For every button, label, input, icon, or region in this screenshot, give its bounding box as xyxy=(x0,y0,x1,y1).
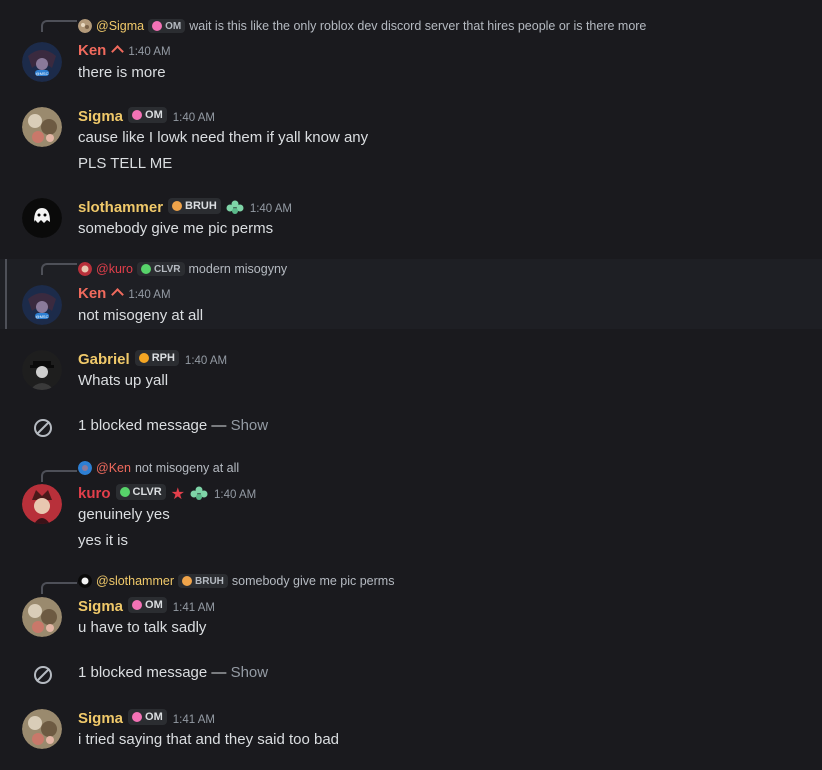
sigma-avatar[interactable] xyxy=(22,107,62,147)
role-tag: CLVR xyxy=(137,262,185,276)
reply-connector xyxy=(41,20,77,32)
gabriel-avatar[interactable] xyxy=(22,350,62,390)
username[interactable]: kuro xyxy=(78,485,111,502)
reply-author[interactable]: @slothammer xyxy=(96,574,174,588)
highlight-bar xyxy=(5,259,7,329)
message-text: cause like I lowk need them if yall know… xyxy=(78,129,369,146)
username[interactable]: slothammer xyxy=(78,199,163,216)
chevron-up-icon xyxy=(111,45,125,58)
ken-mini-avatar xyxy=(78,461,92,475)
timestamp: 1:41 AM xyxy=(172,602,215,614)
reply-author[interactable]: @Sigma xyxy=(96,19,144,33)
reply-preview[interactable]: @kuro CLVR modern misogyny xyxy=(78,262,287,276)
message-text: not misogeny at all xyxy=(78,307,204,324)
reply-connector xyxy=(41,263,77,275)
reply-connector xyxy=(41,470,77,482)
username[interactable]: Sigma xyxy=(78,710,123,727)
message-text: somebody give me pic perms xyxy=(78,220,274,237)
message-header: kuro CLVR ★ 1:40 AM xyxy=(78,484,256,506)
username[interactable]: Sigma xyxy=(78,108,123,125)
reply-author[interactable]: @Ken xyxy=(96,461,131,475)
username[interactable]: Gabriel xyxy=(78,351,130,368)
show-blocked-button[interactable]: Show xyxy=(231,664,269,681)
chevron-up-icon xyxy=(111,288,125,301)
message-header: Gabriel RPH 1:40 AM xyxy=(78,350,227,369)
message-text: genuinely yes xyxy=(78,506,170,523)
timestamp: 1:40 AM xyxy=(172,112,215,124)
role-tag: OM xyxy=(148,19,186,33)
blocked-message-notice: 1 blocked message — Show xyxy=(78,664,269,681)
flower-badge-icon xyxy=(226,199,244,220)
role-tag: BRUH xyxy=(168,198,221,214)
role-tag: CLVR xyxy=(115,484,166,500)
message-header: Sigma OM 1:41 AM xyxy=(78,709,215,728)
reply-preview[interactable]: @Ken not misogeny at all xyxy=(78,461,239,475)
svg-text:@MSC: @MSC xyxy=(36,314,49,319)
role-tag: RPH xyxy=(134,350,179,366)
reply-text: wait is this like the only roblox dev di… xyxy=(189,19,647,33)
ken-avatar[interactable]: @MSC xyxy=(22,285,62,325)
message-header: Sigma OM 1:40 AM xyxy=(78,107,215,126)
reply-connector xyxy=(41,582,77,594)
kuro-avatar[interactable] xyxy=(22,484,62,524)
flower-badge-icon xyxy=(190,485,208,506)
message-header: Sigma OM 1:41 AM xyxy=(78,597,215,616)
message-text: u have to talk sadly xyxy=(78,619,207,636)
timestamp: 1:40 AM xyxy=(128,289,171,301)
sigma-avatar[interactable] xyxy=(22,709,62,749)
reply-author[interactable]: @kuro xyxy=(96,262,133,276)
sigma-avatar[interactable] xyxy=(22,597,62,637)
kuro-mini-avatar xyxy=(78,262,92,276)
reply-text: not misogeny at all xyxy=(134,461,240,475)
reply-preview[interactable]: @Sigma OM wait is this like the only rob… xyxy=(78,19,646,33)
timestamp: 1:40 AM xyxy=(249,203,293,215)
blocked-icon xyxy=(34,666,52,684)
star-badge-icon: ★ xyxy=(170,486,185,503)
username[interactable]: Ken xyxy=(78,42,106,59)
role-tag: OM xyxy=(128,107,167,123)
username[interactable]: Ken xyxy=(78,285,106,302)
reply-preview[interactable]: @slothammer BRUH somebody give me pic pe… xyxy=(78,574,394,588)
show-blocked-button[interactable]: Show xyxy=(231,417,269,434)
ken-avatar[interactable]: @MSC xyxy=(22,42,62,82)
timestamp: 1:40 AM xyxy=(184,355,228,367)
timestamp: 1:41 AM xyxy=(172,714,215,726)
message-text: Whats up yall xyxy=(78,372,169,389)
message-header: Ken 1:40 AM xyxy=(78,285,171,303)
username[interactable]: Sigma xyxy=(78,598,123,615)
message-header: Ken 1:40 AM xyxy=(78,42,171,60)
message-header: slothammer BRUH 1:40 AM xyxy=(78,198,292,220)
role-tag: OM xyxy=(128,597,167,613)
reply-text: somebody give me pic perms xyxy=(231,574,395,588)
timestamp: 1:40 AM xyxy=(128,46,171,58)
blocked-message-notice: 1 blocked message — Show xyxy=(78,417,269,434)
reply-text: modern misogyny xyxy=(188,262,288,276)
blocked-icon xyxy=(34,419,52,437)
slothammer-mini-avatar xyxy=(78,574,92,588)
timestamp: 1:40 AM xyxy=(214,489,257,501)
message-text: i tried saying that and they said too ba… xyxy=(78,731,340,748)
slothammer-avatar[interactable] xyxy=(22,198,62,238)
role-tag: BRUH xyxy=(178,574,228,588)
sigma-mini-avatar xyxy=(78,19,92,33)
role-tag: OM xyxy=(128,709,167,725)
message-text: PLS TELL ME xyxy=(78,155,173,172)
message-text: yes it is xyxy=(78,532,129,549)
svg-text:@MSC: @MSC xyxy=(36,71,49,76)
message-text: there is more xyxy=(78,64,166,81)
